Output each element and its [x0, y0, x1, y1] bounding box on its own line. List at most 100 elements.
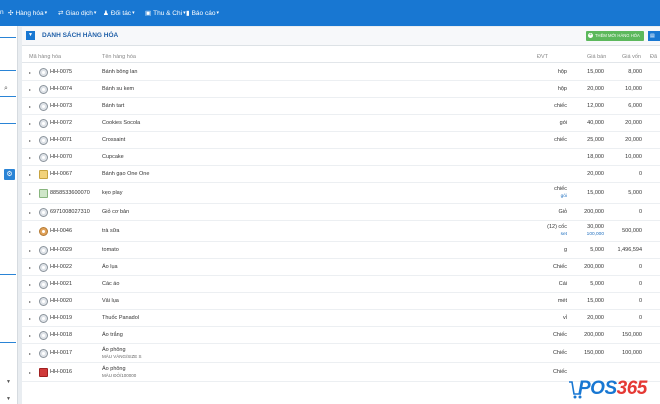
- product-code: HH-0018: [50, 332, 73, 338]
- product-name: tomato: [102, 247, 119, 253]
- table-row[interactable]: ▸ HH-0067 Bánh gạo One One 20,000 0: [22, 165, 660, 183]
- product-cost: 0: [638, 315, 642, 321]
- product-cost: 0: [638, 281, 642, 287]
- column-header[interactable]: Mã hàng hóa: [29, 54, 61, 60]
- table-row[interactable]: ▸ HH-0072 Cookies Socola gói 40,000 20,000: [22, 114, 660, 132]
- nav-item-5[interactable]: ▮ Báo cáo ▾: [186, 9, 219, 18]
- panel-divider: [0, 342, 16, 343]
- product-name: Cookies Socola: [102, 120, 141, 126]
- table-row[interactable]: ▸ HH-0071 Crossaint chiếc 25,000 20,000: [22, 131, 660, 149]
- table-row[interactable]: ▸ HH-0016 Áo phông Chiếc MÀU ĐỎ/100000: [22, 362, 660, 382]
- product-cost: 20,000: [625, 137, 642, 143]
- expand-icon[interactable]: ▸: [29, 370, 31, 375]
- product-price: 20,000: [587, 315, 604, 321]
- expand-icon[interactable]: ▸: [29, 282, 31, 287]
- panel-divider: [0, 37, 16, 38]
- column-header[interactable]: Giá vốn: [622, 54, 641, 60]
- column-header[interactable]: Giá bán: [587, 54, 606, 60]
- search-icon[interactable]: ⌕: [4, 85, 8, 93]
- nav-item-2[interactable]: ⇄ Giao dịch ▾: [58, 9, 96, 18]
- expand-icon[interactable]: ▸: [29, 138, 31, 143]
- product-cost: 150,000: [622, 332, 642, 338]
- expand-icon[interactable]: ▸: [29, 265, 31, 270]
- product-code: HH-0067: [50, 171, 73, 177]
- product-name: Bánh bông lan: [102, 69, 138, 75]
- product-unit: (12) cốc: [547, 224, 567, 230]
- product-code: HH-0029: [50, 247, 73, 253]
- expand-icon[interactable]: ▸: [29, 104, 31, 109]
- column-header[interactable]: ĐVT: [537, 54, 548, 60]
- nav-label: Hàng hóa: [15, 9, 44, 17]
- expand-icon[interactable]: ▸: [29, 70, 31, 75]
- top-navbar: n ✣ Hàng hóa ▾ ⇄ Giao dịch ▾ ♟ Đối tác ▾ ▣ Thu & Ch…: [0, 0, 660, 26]
- table-row[interactable]: ▸ 6971008027310 Giỏ cơ bản Giỏ 200,000 0: [22, 203, 660, 221]
- table-row[interactable]: ▸ HH-0046 trà sữa (12) cốc 30,000 500,000 set 1…: [22, 220, 660, 242]
- export-icon: ▤: [650, 33, 655, 39]
- collapse-toggle-icon[interactable]: ▼: [26, 31, 35, 40]
- product-code: 8858533600070: [50, 190, 90, 196]
- table-row[interactable]: ▸ HH-0074 Bánh su kem hộp 20,000 10,000: [22, 80, 660, 98]
- nav-label: Thu & Chi: [153, 9, 183, 17]
- add-product-button[interactable]: + THÊM MỚI HÀNG HÓA: [586, 31, 644, 41]
- chevron-down-icon[interactable]: ▼: [6, 396, 11, 402]
- product-thumbnail: [39, 297, 48, 306]
- product-code: HH-0021: [50, 281, 73, 287]
- table-row[interactable]: ▸ HH-0022 Áo lụa Chiếc 200,000 0: [22, 258, 660, 276]
- expand-icon[interactable]: ▸: [29, 299, 31, 304]
- table-row[interactable]: ▸ HH-0018 Áo trắng Chiếc 200,000 150,000: [22, 326, 660, 344]
- page-title: DANH SÁCH HÀNG HÓA: [42, 32, 119, 39]
- table-row[interactable]: ▸ HH-0073 Bánh tart chiếc 12,000 6,000: [22, 97, 660, 115]
- expand-icon[interactable]: ▸: [29, 351, 31, 356]
- expand-icon[interactable]: ▸: [29, 210, 31, 215]
- column-header[interactable]: Tên hàng hóa: [102, 54, 136, 60]
- nav-icon: ⇄: [58, 10, 64, 17]
- product-list-panel: ▼ DANH SÁCH HÀNG HÓA + THÊM MỚI HÀNG HÓA …: [22, 27, 660, 404]
- expand-icon[interactable]: ▸: [29, 172, 31, 177]
- product-unit: chiếc: [554, 186, 567, 192]
- table-row[interactable]: ▸ HH-0020 Vải lụa mét 15,000 0: [22, 292, 660, 310]
- table-row[interactable]: ▸ HH-0017 Áo phông Chiếc 150,000 100,000 MÀU V…: [22, 343, 660, 363]
- expand-icon[interactable]: ▸: [29, 121, 31, 126]
- product-code: HH-0017: [50, 350, 73, 356]
- logo-pos: POS: [578, 378, 617, 399]
- expand-icon[interactable]: ▸: [29, 316, 31, 321]
- product-variant: MÀU ĐỎ/100000: [102, 373, 137, 378]
- table-row[interactable]: ▸ HH-0019 Thuốc Panadol vỉ 20,000 0: [22, 309, 660, 327]
- product-thumbnail: [39, 189, 48, 198]
- table-row[interactable]: ▸ HH-0070 Cupcake 18,000 10,000: [22, 148, 660, 166]
- chevron-down-icon[interactable]: ▼: [6, 379, 11, 385]
- nav-item-0[interactable]: n: [0, 9, 4, 16]
- nav-item-4[interactable]: ▣ Thu & Chi ▾: [145, 9, 186, 18]
- expand-icon[interactable]: ▸: [29, 155, 31, 160]
- product-unit: gói: [559, 120, 567, 126]
- product-code: HH-0019: [50, 315, 73, 321]
- product-price: 5,000: [590, 281, 604, 287]
- product-code: HH-0075: [50, 69, 73, 75]
- nav-label: Báo cáo: [191, 9, 216, 17]
- more-actions-button[interactable]: ▤: [648, 31, 660, 41]
- product-name: Bánh tart: [102, 103, 125, 109]
- product-name: Giỏ cơ bản: [102, 209, 130, 215]
- table-row[interactable]: ▸ HH-0075 Bánh bông lan hộp 15,000 8,000: [22, 63, 660, 81]
- table-row[interactable]: ▸ HH-0021 Các áo Cái 5,000 0: [22, 275, 660, 293]
- product-price: 15,000: [587, 298, 604, 304]
- expand-icon[interactable]: ▸: [29, 191, 31, 196]
- gear-icon[interactable]: ⚙: [4, 169, 15, 180]
- product-name: Áo phông: [102, 366, 126, 372]
- expand-icon[interactable]: ▸: [29, 229, 31, 234]
- nav-item-3[interactable]: ♟ Đối tác ▾: [103, 9, 135, 18]
- nav-item-1[interactable]: ✣ Hàng hóa ▾: [8, 9, 47, 18]
- product-thumbnail: [39, 85, 48, 94]
- column-header[interactable]: Đã: [650, 54, 657, 60]
- product-unit: Chiếc: [552, 369, 567, 375]
- product-unit: Giỏ: [558, 209, 567, 215]
- product-cost: 20,000: [625, 120, 642, 126]
- product-cost: 6,000: [628, 103, 642, 109]
- expand-icon[interactable]: ▸: [29, 87, 31, 92]
- panel-divider: [0, 274, 16, 275]
- expand-icon[interactable]: ▸: [29, 248, 31, 253]
- table-row[interactable]: ▸ HH-0029 tomato g 5,000 1,496,594: [22, 241, 660, 259]
- expand-icon[interactable]: ▸: [29, 333, 31, 338]
- table-row[interactable]: ▸ 8858533600070 kẹo play chiếc 15,000 5,000 gó…: [22, 182, 660, 204]
- product-code: HH-0046: [50, 228, 73, 234]
